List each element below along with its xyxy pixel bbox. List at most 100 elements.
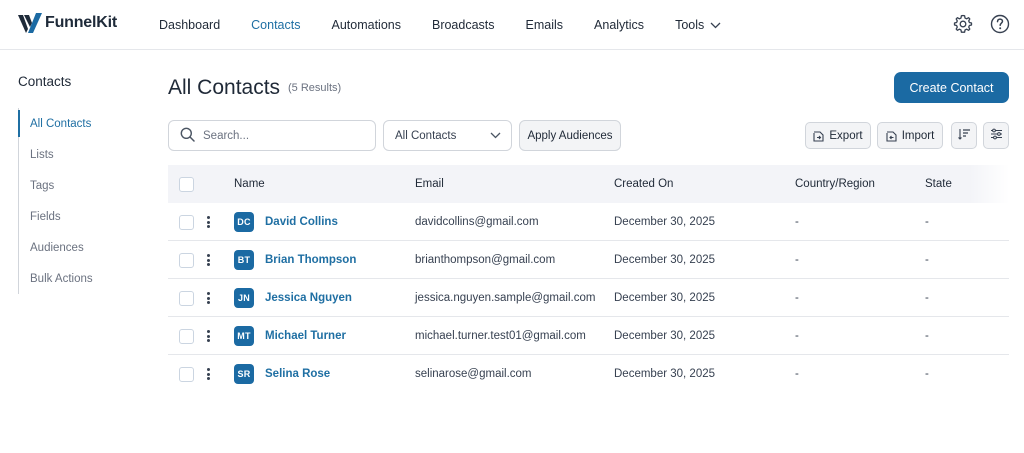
row-checkbox[interactable] xyxy=(179,252,194,268)
more-actions-icon[interactable] xyxy=(203,366,213,382)
row-select-cell xyxy=(179,203,194,241)
column-header-country[interactable]: Country/Region xyxy=(795,178,875,190)
contacts-table: Name Email Created On Country/Region Sta… xyxy=(168,165,1009,393)
create-contact-button[interactable]: Create Contact xyxy=(894,72,1009,103)
contact-created-on: December 30, 2025 xyxy=(614,330,716,342)
more-actions-icon[interactable] xyxy=(203,290,213,306)
funnelkit-logo-icon xyxy=(18,13,42,33)
contact-created-on: December 30, 2025 xyxy=(614,292,716,304)
contact-state: - xyxy=(925,216,929,228)
contact-name-link[interactable]: Brian Thompson xyxy=(265,254,356,266)
export-label: Export xyxy=(829,129,863,142)
gear-icon[interactable] xyxy=(952,13,974,35)
row-checkbox[interactable] xyxy=(179,290,194,306)
audience-select-value: All Contacts xyxy=(395,129,457,142)
contact-country: - xyxy=(795,292,799,304)
column-settings-button[interactable] xyxy=(983,122,1009,149)
contact-state: - xyxy=(925,368,929,380)
chevron-down-icon xyxy=(490,130,501,142)
top-navbar: FunnelKit Dashboard Contacts Automations… xyxy=(0,0,1024,50)
row-actions-cell xyxy=(203,317,213,355)
nav-contacts[interactable]: Contacts xyxy=(251,18,300,32)
help-icon[interactable] xyxy=(989,13,1011,35)
avatar: DC xyxy=(234,212,254,232)
funnelkit-logo[interactable]: FunnelKit xyxy=(18,13,117,33)
sidebar-title: Contacts xyxy=(18,74,72,89)
contact-name-cell: SR Selina Rose xyxy=(234,355,330,393)
more-actions-icon[interactable] xyxy=(203,252,213,268)
column-header-email[interactable]: Email xyxy=(415,178,444,190)
sliders-icon xyxy=(990,128,1003,143)
table-row[interactable]: JN Jessica Nguyen jessica.nguyen.sample@gm… xyxy=(168,279,1009,317)
contact-name-link[interactable]: Michael Turner xyxy=(265,330,346,342)
search-input[interactable] xyxy=(203,129,363,142)
table-row[interactable]: BT Brian Thompson brianthompson@gmail.com D… xyxy=(168,241,1009,279)
export-icon xyxy=(813,130,824,142)
more-actions-icon[interactable] xyxy=(203,328,213,344)
column-header-created[interactable]: Created On xyxy=(614,178,673,190)
import-icon xyxy=(886,130,897,142)
chevron-down-icon xyxy=(710,18,721,32)
column-header-state[interactable]: State xyxy=(925,178,952,190)
nav-dashboard[interactable]: Dashboard xyxy=(159,18,220,32)
contact-name-link[interactable]: Jessica Nguyen xyxy=(265,292,352,304)
brand-name: FunnelKit xyxy=(45,14,117,31)
contact-email: jessica.nguyen.sample@gmail.com xyxy=(415,292,596,304)
avatar: SR xyxy=(234,364,254,384)
contact-email: davidcollins@gmail.com xyxy=(415,216,539,228)
column-header-name[interactable]: Name xyxy=(234,178,265,190)
nav-emails[interactable]: Emails xyxy=(526,18,564,32)
avatar: BT xyxy=(234,250,254,270)
table-row[interactable]: MT Michael Turner michael.turner.test01@gm… xyxy=(168,317,1009,355)
page-title: All Contacts xyxy=(168,76,281,99)
sidebar-list: All Contacts Lists Tags Fields Audiences… xyxy=(18,108,138,294)
contact-country: - xyxy=(795,368,799,380)
export-button[interactable]: Export xyxy=(805,122,871,149)
contact-country: - xyxy=(795,254,799,266)
contact-email: brianthompson@gmail.com xyxy=(415,254,556,266)
row-checkbox[interactable] xyxy=(179,214,194,230)
contact-country: - xyxy=(795,330,799,342)
row-actions-cell xyxy=(203,241,213,279)
sort-button[interactable] xyxy=(951,122,977,149)
table-row[interactable]: DC David Collins davidcollins@gmail.com Dec… xyxy=(168,203,1009,241)
nav-analytics[interactable]: Analytics xyxy=(594,18,644,32)
row-select-cell xyxy=(179,317,194,355)
row-select-cell xyxy=(179,241,194,279)
contact-name-link[interactable]: Selina Rose xyxy=(265,368,330,380)
sidebar-item-lists[interactable]: Lists xyxy=(19,139,138,170)
contact-state: - xyxy=(925,292,929,304)
contact-name-cell: MT Michael Turner xyxy=(234,317,346,355)
contact-name-cell: JN Jessica Nguyen xyxy=(234,279,352,317)
row-checkbox[interactable] xyxy=(179,328,194,344)
sidebar-item-all-contacts[interactable]: All Contacts xyxy=(18,108,138,139)
sort-icon xyxy=(957,128,971,143)
contact-created-on: December 30, 2025 xyxy=(614,368,716,380)
sidebar-item-fields[interactable]: Fields xyxy=(19,201,138,232)
select-all-checkbox[interactable] xyxy=(179,176,194,192)
contact-name-link[interactable]: David Collins xyxy=(265,216,338,228)
contact-email: selinarose@gmail.com xyxy=(415,368,532,380)
import-button[interactable]: Import xyxy=(877,122,943,149)
nav-tools-label: Tools xyxy=(675,18,705,32)
top-icons xyxy=(937,13,1011,35)
contact-country: - xyxy=(795,216,799,228)
sidebar-item-tags[interactable]: Tags xyxy=(19,170,138,201)
avatar: JN xyxy=(234,288,254,308)
select-all-cell xyxy=(179,165,194,203)
sidebar-item-audiences[interactable]: Audiences xyxy=(19,232,138,263)
nav-automations[interactable]: Automations xyxy=(332,18,401,32)
audience-select[interactable]: All Contacts xyxy=(383,120,512,151)
sidebar-item-bulk-actions[interactable]: Bulk Actions xyxy=(19,263,138,294)
apply-audiences-button[interactable]: Apply Audiences xyxy=(519,120,621,151)
contact-created-on: December 30, 2025 xyxy=(614,216,716,228)
table-row[interactable]: SR Selina Rose selinarose@gmail.com Decembe… xyxy=(168,355,1009,393)
more-actions-icon[interactable] xyxy=(203,214,213,230)
avatar: MT xyxy=(234,326,254,346)
nav-broadcasts[interactable]: Broadcasts xyxy=(432,18,495,32)
row-checkbox[interactable] xyxy=(179,366,194,382)
contact-state: - xyxy=(925,330,929,342)
main-nav: Dashboard Contacts Automations Broadcast… xyxy=(159,0,752,50)
contact-name-cell: DC David Collins xyxy=(234,203,338,241)
nav-tools[interactable]: Tools xyxy=(675,18,721,32)
